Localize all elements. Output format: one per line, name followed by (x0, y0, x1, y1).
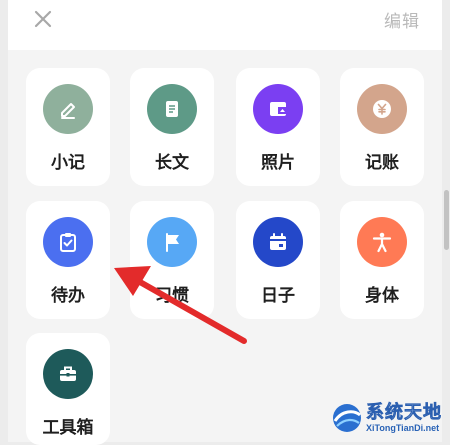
tile-label: 习惯 (155, 286, 189, 306)
calendar-icon (253, 217, 303, 267)
close-button[interactable] (32, 8, 54, 30)
tile-label: 长文 (155, 153, 189, 173)
clipboard-check-icon (43, 217, 93, 267)
flag-icon (147, 217, 197, 267)
tile-photo[interactable]: 照片 (236, 68, 320, 186)
tile-habit[interactable]: 习惯 (130, 201, 214, 319)
sheet-header (8, 0, 442, 50)
tile-label: 小记 (51, 153, 85, 173)
yen-icon (357, 84, 407, 134)
tile-label: 待办 (51, 286, 85, 306)
tile-label: 照片 (261, 153, 295, 173)
watermark: 系统天地 XiTongTianDi.net (330, 396, 448, 440)
pen-icon (43, 84, 93, 134)
tile-days[interactable]: 日子 (236, 201, 320, 319)
photo-icon (253, 84, 303, 134)
tile-label: 身体 (365, 286, 399, 306)
tile-todo[interactable]: 待办 (26, 201, 110, 319)
person-icon (357, 217, 407, 267)
tile-label: 记账 (365, 153, 399, 173)
tile-body[interactable]: 身体 (340, 201, 424, 319)
tile-note[interactable]: 小记 (26, 68, 110, 186)
watermark-title: 系统天地 (366, 402, 442, 424)
toolbox-icon (43, 349, 93, 399)
tile-accounting[interactable]: 记账 (340, 68, 424, 186)
scrollbar[interactable] (444, 190, 449, 250)
tile-label: 日子 (261, 286, 295, 306)
close-icon (34, 10, 52, 28)
tile-label: 工具箱 (42, 418, 94, 438)
watermark-url: XiTongTianDi.net (366, 423, 440, 433)
tile-longform[interactable]: 长文 (130, 68, 214, 186)
tile-toolbox[interactable]: 工具箱 (26, 333, 110, 445)
document-icon (147, 84, 197, 134)
edit-button[interactable]: 编辑 (384, 7, 420, 32)
globe-logo-icon (333, 404, 361, 432)
